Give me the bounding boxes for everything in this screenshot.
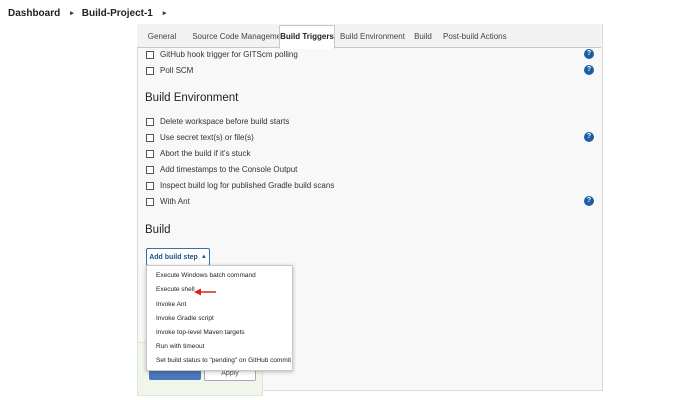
menu-item-execute-shell[interactable]: Execute shell	[156, 286, 195, 293]
checkbox[interactable]	[146, 181, 154, 190]
tab-build[interactable]: Build	[411, 28, 435, 47]
menu-item-maven-targets[interactable]: Invoke top-level Maven targets	[156, 329, 245, 336]
option-github-hook-trigger[interactable]: GitHub hook trigger for GITScm polling	[146, 48, 298, 61]
checkbox[interactable]	[146, 149, 154, 158]
tab-post-build-actions[interactable]: Post-build Actions	[443, 28, 507, 47]
breadcrumb-dashboard[interactable]: Dashboard	[0, 8, 60, 19]
option-label: Use secret text(s) or file(s)	[160, 133, 254, 142]
checkbox[interactable]	[146, 133, 154, 142]
option-with-ant[interactable]: With Ant	[146, 195, 190, 208]
tab-build-environment[interactable]: Build Environment	[340, 28, 405, 47]
option-label: Inspect build log for published Gradle b…	[160, 181, 335, 190]
help-icon[interactable]: ?	[584, 49, 594, 59]
annotation-arrow-icon	[194, 288, 216, 296]
option-poll-scm[interactable]: Poll SCM	[146, 64, 193, 77]
help-icon[interactable]: ?	[584, 132, 594, 142]
build-step-menu: Execute Windows batch command Execute sh…	[146, 265, 293, 371]
breadcrumb-separator-icon[interactable]: ▸	[70, 9, 74, 17]
option-delete-workspace[interactable]: Delete workspace before build starts	[146, 115, 289, 128]
config-tabs: General Source Code Management Build Tri…	[137, 24, 601, 49]
checkbox[interactable]	[146, 50, 154, 59]
option-gradle-scans[interactable]: Inspect build log for published Gradle b…	[146, 179, 334, 192]
option-label: GitHub hook trigger for GITScm polling	[160, 50, 298, 59]
help-icon[interactable]: ?	[584, 65, 594, 75]
help-icon[interactable]: ?	[584, 196, 594, 206]
section-title-build: Build	[145, 224, 171, 236]
checkbox[interactable]	[146, 117, 154, 126]
option-abort-stuck[interactable]: Abort the build if it's stuck	[146, 147, 250, 160]
menu-item-windows-batch[interactable]: Execute Windows batch command	[156, 272, 256, 279]
option-label: Add timestamps to the Console Output	[160, 165, 298, 174]
tab-general[interactable]: General	[143, 28, 181, 47]
breadcrumb-separator-icon[interactable]: ▸	[163, 9, 167, 17]
option-timestamps[interactable]: Add timestamps to the Console Output	[146, 163, 297, 176]
section-title-build-environment: Build Environment	[145, 92, 239, 104]
menu-item-run-with-timeout[interactable]: Run with timeout	[156, 343, 204, 350]
option-label: Delete workspace before build starts	[160, 117, 290, 126]
checkbox[interactable]	[146, 66, 154, 75]
checkbox[interactable]	[146, 165, 154, 174]
tab-build-triggers[interactable]: Build Triggers	[279, 25, 335, 49]
menu-item-invoke-ant[interactable]: Invoke Ant	[156, 301, 186, 308]
option-secret-text[interactable]: Use secret text(s) or file(s)	[146, 131, 254, 144]
checkbox[interactable]	[146, 197, 154, 206]
add-build-step-label: Add build step	[149, 253, 198, 261]
caret-up-icon: ▲	[200, 254, 207, 260]
breadcrumb: Dashboard ▸ Build-Project-1 ▸	[0, 0, 700, 26]
option-label: With Ant	[160, 197, 190, 206]
menu-item-github-pending-status[interactable]: Set build status to "pending" on GitHub …	[156, 357, 291, 364]
breadcrumb-project[interactable]: Build-Project-1	[82, 8, 153, 19]
menu-item-gradle-script[interactable]: Invoke Gradle script	[156, 315, 214, 322]
option-label: Abort the build if it's stuck	[160, 149, 251, 158]
option-label: Poll SCM	[160, 66, 194, 75]
add-build-step-button[interactable]: Add build step ▲	[146, 248, 210, 266]
